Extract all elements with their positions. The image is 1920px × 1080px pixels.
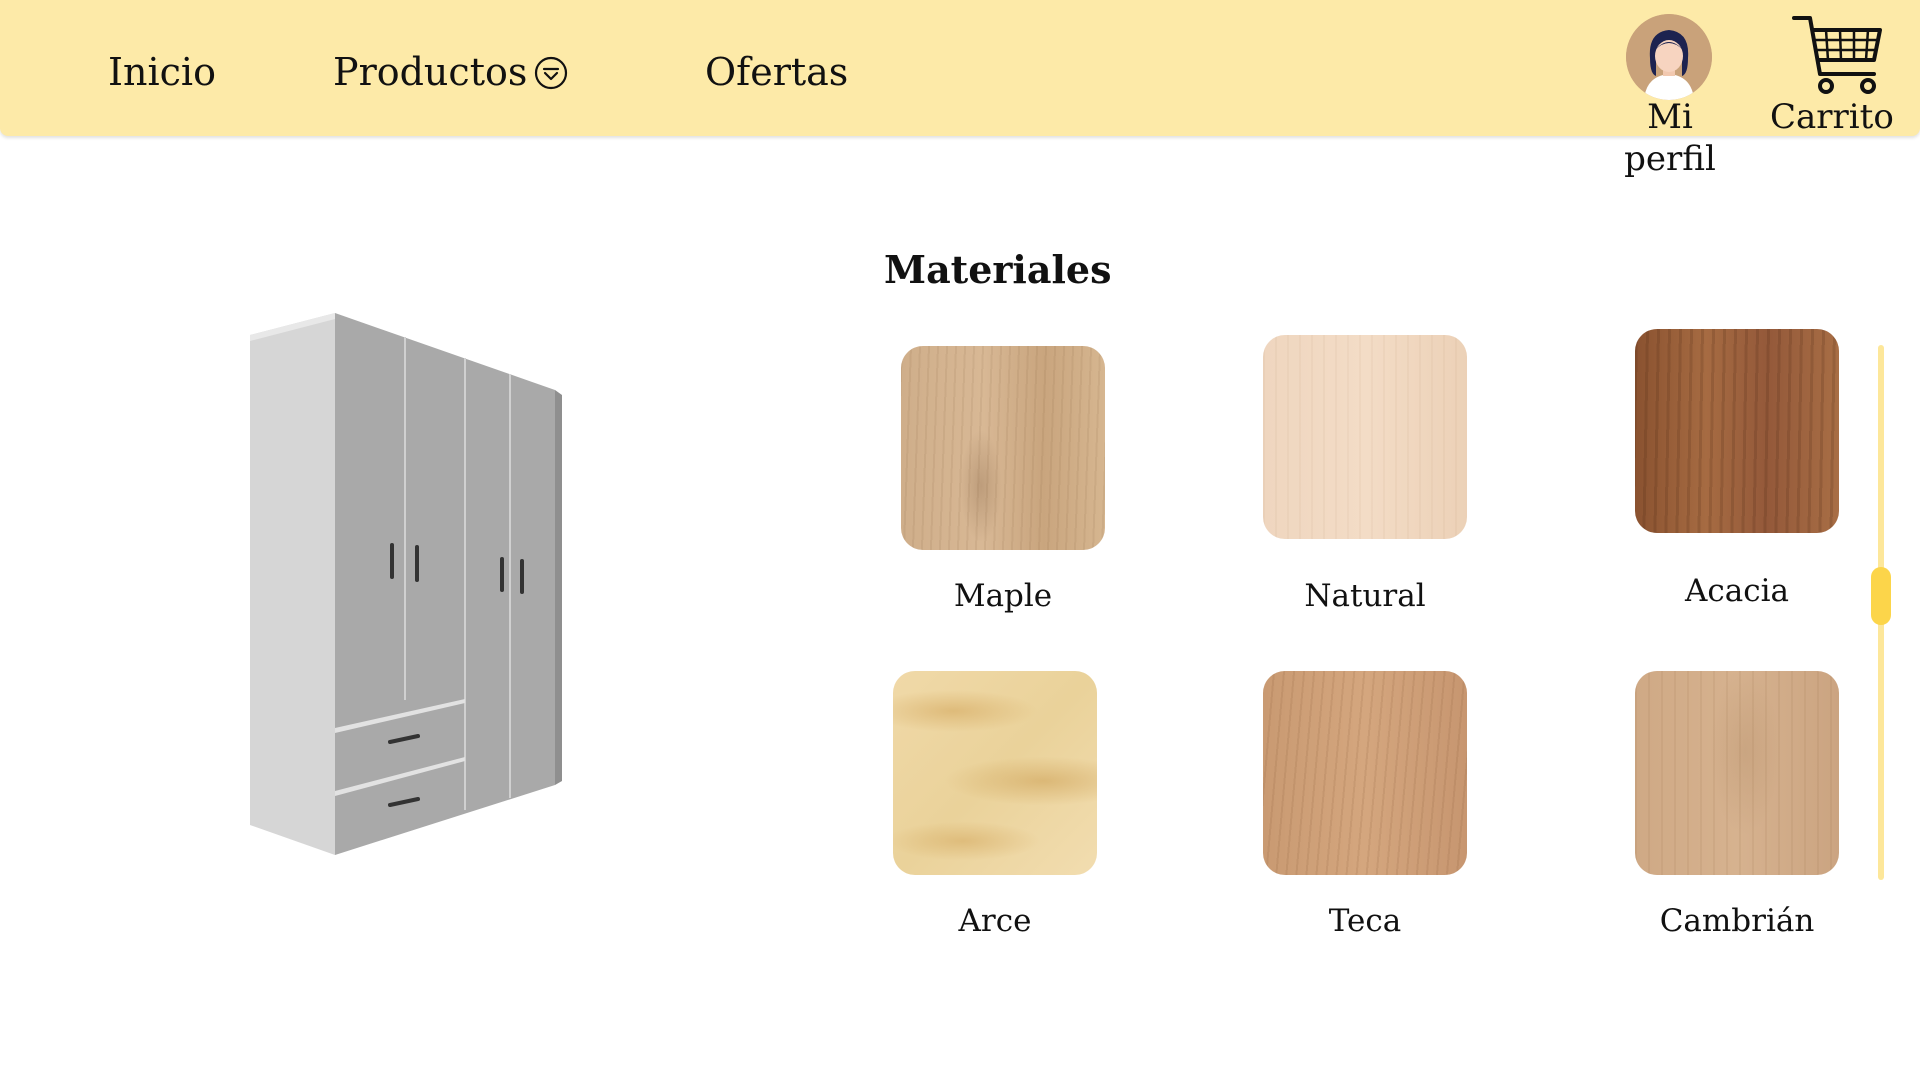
material-label: Cambrián [1659, 903, 1815, 939]
material-swatch-maple [901, 346, 1105, 550]
material-swatch-acacia [1635, 329, 1839, 533]
nav-ofertas-link[interactable]: Ofertas [705, 48, 848, 96]
material-label: Arce [958, 903, 1032, 939]
materials-scrollbar-thumb[interactable] [1871, 567, 1891, 625]
material-card-maple[interactable]: Maple [873, 346, 1133, 616]
shopping-cart-icon [1790, 14, 1886, 98]
material-card-teca[interactable]: Teca [1235, 671, 1495, 941]
cart-button[interactable]: Carrito [1770, 14, 1894, 137]
material-swatch-cambrian [1635, 671, 1839, 875]
material-swatch-arce [893, 671, 1097, 875]
material-label: Teca [1328, 903, 1402, 939]
nav-productos-label: Productos [333, 50, 528, 94]
profile-button[interactable]: Mi perfil [1596, 12, 1744, 179]
material-label: Maple [953, 578, 1053, 614]
material-card-natural[interactable]: Natural [1235, 335, 1495, 616]
material-card-arce[interactable]: Arce [865, 671, 1125, 941]
material-swatch-natural [1263, 335, 1467, 539]
nav-inicio-link[interactable]: Inicio [108, 48, 216, 96]
material-label: Natural [1304, 578, 1426, 614]
cart-label: Carrito [1770, 97, 1894, 137]
material-label: Acacia [1685, 573, 1789, 609]
material-card-acacia[interactable]: Acacia [1607, 329, 1867, 611]
profile-label: Mi perfil [1624, 97, 1716, 179]
nav-productos-link[interactable]: Productos [333, 48, 569, 96]
wardrobe-image [240, 305, 570, 865]
materials-title: Materiales [884, 247, 1112, 292]
avatar [1626, 14, 1712, 100]
material-card-cambrian[interactable]: Cambrián [1607, 671, 1867, 941]
chevron-down-circle-icon[interactable] [533, 54, 569, 90]
material-swatch-teca [1263, 671, 1467, 875]
top-navbar: Inicio Productos Ofertas Mi perfil Carri… [0, 0, 1920, 179]
